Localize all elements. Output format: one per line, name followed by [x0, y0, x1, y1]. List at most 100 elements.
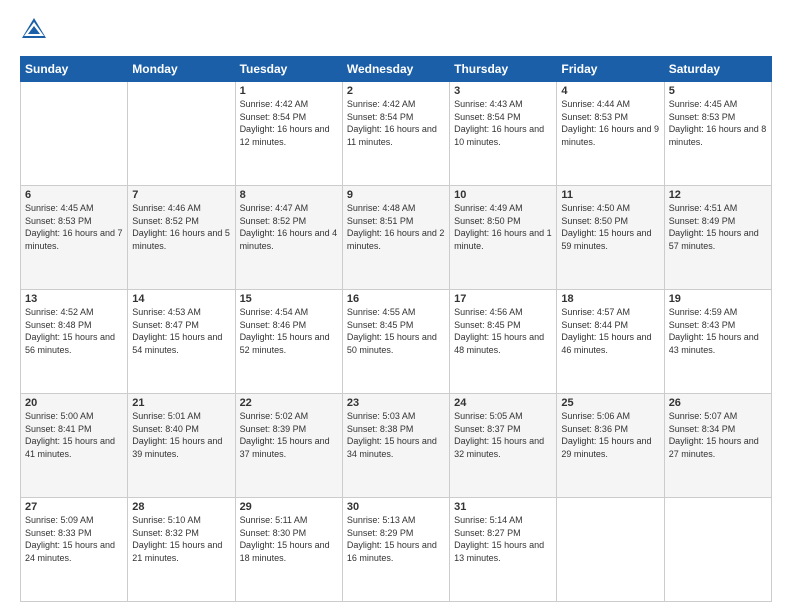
day-info: Sunrise: 4:54 AM Sunset: 8:46 PM Dayligh… — [240, 306, 338, 356]
page: SundayMondayTuesdayWednesdayThursdayFrid… — [0, 0, 792, 612]
day-info: Sunrise: 4:49 AM Sunset: 8:50 PM Dayligh… — [454, 202, 552, 252]
calendar-table: SundayMondayTuesdayWednesdayThursdayFrid… — [20, 56, 772, 602]
day-number: 31 — [454, 501, 552, 513]
day-number: 20 — [25, 397, 123, 409]
calendar-cell: 31Sunrise: 5:14 AM Sunset: 8:27 PM Dayli… — [450, 498, 557, 602]
day-info: Sunrise: 4:42 AM Sunset: 8:54 PM Dayligh… — [347, 98, 445, 148]
day-header-thursday: Thursday — [450, 57, 557, 82]
day-info: Sunrise: 5:13 AM Sunset: 8:29 PM Dayligh… — [347, 514, 445, 564]
calendar-cell: 11Sunrise: 4:50 AM Sunset: 8:50 PM Dayli… — [557, 186, 664, 290]
day-info: Sunrise: 5:11 AM Sunset: 8:30 PM Dayligh… — [240, 514, 338, 564]
day-info: Sunrise: 4:52 AM Sunset: 8:48 PM Dayligh… — [25, 306, 123, 356]
day-number: 22 — [240, 397, 338, 409]
calendar-cell — [21, 82, 128, 186]
day-info: Sunrise: 5:09 AM Sunset: 8:33 PM Dayligh… — [25, 514, 123, 564]
day-info: Sunrise: 5:00 AM Sunset: 8:41 PM Dayligh… — [25, 410, 123, 460]
day-number: 13 — [25, 293, 123, 305]
day-info: Sunrise: 4:48 AM Sunset: 8:51 PM Dayligh… — [347, 202, 445, 252]
day-info: Sunrise: 4:46 AM Sunset: 8:52 PM Dayligh… — [132, 202, 230, 252]
day-info: Sunrise: 4:59 AM Sunset: 8:43 PM Dayligh… — [669, 306, 767, 356]
day-number: 2 — [347, 85, 445, 97]
day-number: 27 — [25, 501, 123, 513]
day-info: Sunrise: 4:55 AM Sunset: 8:45 PM Dayligh… — [347, 306, 445, 356]
calendar-cell — [557, 498, 664, 602]
day-header-monday: Monday — [128, 57, 235, 82]
day-info: Sunrise: 5:07 AM Sunset: 8:34 PM Dayligh… — [669, 410, 767, 460]
header — [20, 18, 772, 46]
day-number: 26 — [669, 397, 767, 409]
day-number: 19 — [669, 293, 767, 305]
day-info: Sunrise: 4:43 AM Sunset: 8:54 PM Dayligh… — [454, 98, 552, 148]
day-number: 16 — [347, 293, 445, 305]
day-number: 9 — [347, 189, 445, 201]
day-info: Sunrise: 5:14 AM Sunset: 8:27 PM Dayligh… — [454, 514, 552, 564]
day-number: 15 — [240, 293, 338, 305]
calendar-cell: 20Sunrise: 5:00 AM Sunset: 8:41 PM Dayli… — [21, 394, 128, 498]
calendar-cell: 15Sunrise: 4:54 AM Sunset: 8:46 PM Dayli… — [235, 290, 342, 394]
day-number: 14 — [132, 293, 230, 305]
day-number: 12 — [669, 189, 767, 201]
calendar-cell: 8Sunrise: 4:47 AM Sunset: 8:52 PM Daylig… — [235, 186, 342, 290]
calendar-cell: 9Sunrise: 4:48 AM Sunset: 8:51 PM Daylig… — [342, 186, 449, 290]
calendar-cell: 23Sunrise: 5:03 AM Sunset: 8:38 PM Dayli… — [342, 394, 449, 498]
day-number: 28 — [132, 501, 230, 513]
calendar-cell: 21Sunrise: 5:01 AM Sunset: 8:40 PM Dayli… — [128, 394, 235, 498]
day-number: 18 — [561, 293, 659, 305]
calendar-cell: 2Sunrise: 4:42 AM Sunset: 8:54 PM Daylig… — [342, 82, 449, 186]
day-number: 10 — [454, 189, 552, 201]
calendar-cell: 4Sunrise: 4:44 AM Sunset: 8:53 PM Daylig… — [557, 82, 664, 186]
calendar-cell: 5Sunrise: 4:45 AM Sunset: 8:53 PM Daylig… — [664, 82, 771, 186]
day-info: Sunrise: 5:05 AM Sunset: 8:37 PM Dayligh… — [454, 410, 552, 460]
day-info: Sunrise: 4:53 AM Sunset: 8:47 PM Dayligh… — [132, 306, 230, 356]
calendar-header-row: SundayMondayTuesdayWednesdayThursdayFrid… — [21, 57, 772, 82]
day-header-tuesday: Tuesday — [235, 57, 342, 82]
day-number: 23 — [347, 397, 445, 409]
calendar-cell: 16Sunrise: 4:55 AM Sunset: 8:45 PM Dayli… — [342, 290, 449, 394]
calendar-cell: 6Sunrise: 4:45 AM Sunset: 8:53 PM Daylig… — [21, 186, 128, 290]
day-number: 29 — [240, 501, 338, 513]
day-info: Sunrise: 4:42 AM Sunset: 8:54 PM Dayligh… — [240, 98, 338, 148]
day-number: 7 — [132, 189, 230, 201]
calendar-cell: 10Sunrise: 4:49 AM Sunset: 8:50 PM Dayli… — [450, 186, 557, 290]
day-info: Sunrise: 4:56 AM Sunset: 8:45 PM Dayligh… — [454, 306, 552, 356]
calendar-cell: 12Sunrise: 4:51 AM Sunset: 8:49 PM Dayli… — [664, 186, 771, 290]
calendar-week-row: 20Sunrise: 5:00 AM Sunset: 8:41 PM Dayli… — [21, 394, 772, 498]
calendar-cell: 28Sunrise: 5:10 AM Sunset: 8:32 PM Dayli… — [128, 498, 235, 602]
day-number: 3 — [454, 85, 552, 97]
calendar-week-row: 27Sunrise: 5:09 AM Sunset: 8:33 PM Dayli… — [21, 498, 772, 602]
logo-icon — [20, 16, 48, 44]
calendar-cell: 25Sunrise: 5:06 AM Sunset: 8:36 PM Dayli… — [557, 394, 664, 498]
day-info: Sunrise: 5:03 AM Sunset: 8:38 PM Dayligh… — [347, 410, 445, 460]
calendar-cell: 26Sunrise: 5:07 AM Sunset: 8:34 PM Dayli… — [664, 394, 771, 498]
calendar-cell: 14Sunrise: 4:53 AM Sunset: 8:47 PM Dayli… — [128, 290, 235, 394]
day-number: 30 — [347, 501, 445, 513]
day-header-friday: Friday — [557, 57, 664, 82]
day-info: Sunrise: 4:44 AM Sunset: 8:53 PM Dayligh… — [561, 98, 659, 148]
calendar-cell: 30Sunrise: 5:13 AM Sunset: 8:29 PM Dayli… — [342, 498, 449, 602]
calendar-cell: 24Sunrise: 5:05 AM Sunset: 8:37 PM Dayli… — [450, 394, 557, 498]
calendar-week-row: 13Sunrise: 4:52 AM Sunset: 8:48 PM Dayli… — [21, 290, 772, 394]
calendar-cell: 1Sunrise: 4:42 AM Sunset: 8:54 PM Daylig… — [235, 82, 342, 186]
calendar-cell: 13Sunrise: 4:52 AM Sunset: 8:48 PM Dayli… — [21, 290, 128, 394]
logo — [20, 18, 50, 46]
day-number: 6 — [25, 189, 123, 201]
day-number: 21 — [132, 397, 230, 409]
day-info: Sunrise: 5:10 AM Sunset: 8:32 PM Dayligh… — [132, 514, 230, 564]
day-info: Sunrise: 4:45 AM Sunset: 8:53 PM Dayligh… — [25, 202, 123, 252]
day-number: 17 — [454, 293, 552, 305]
day-header-saturday: Saturday — [664, 57, 771, 82]
day-info: Sunrise: 4:50 AM Sunset: 8:50 PM Dayligh… — [561, 202, 659, 252]
day-number: 1 — [240, 85, 338, 97]
day-info: Sunrise: 4:57 AM Sunset: 8:44 PM Dayligh… — [561, 306, 659, 356]
day-info: Sunrise: 4:45 AM Sunset: 8:53 PM Dayligh… — [669, 98, 767, 148]
calendar-cell: 19Sunrise: 4:59 AM Sunset: 8:43 PM Dayli… — [664, 290, 771, 394]
calendar-cell: 29Sunrise: 5:11 AM Sunset: 8:30 PM Dayli… — [235, 498, 342, 602]
day-info: Sunrise: 5:02 AM Sunset: 8:39 PM Dayligh… — [240, 410, 338, 460]
calendar-week-row: 1Sunrise: 4:42 AM Sunset: 8:54 PM Daylig… — [21, 82, 772, 186]
day-info: Sunrise: 5:01 AM Sunset: 8:40 PM Dayligh… — [132, 410, 230, 460]
day-number: 11 — [561, 189, 659, 201]
day-number: 25 — [561, 397, 659, 409]
calendar-cell: 3Sunrise: 4:43 AM Sunset: 8:54 PM Daylig… — [450, 82, 557, 186]
day-number: 4 — [561, 85, 659, 97]
calendar-cell: 27Sunrise: 5:09 AM Sunset: 8:33 PM Dayli… — [21, 498, 128, 602]
